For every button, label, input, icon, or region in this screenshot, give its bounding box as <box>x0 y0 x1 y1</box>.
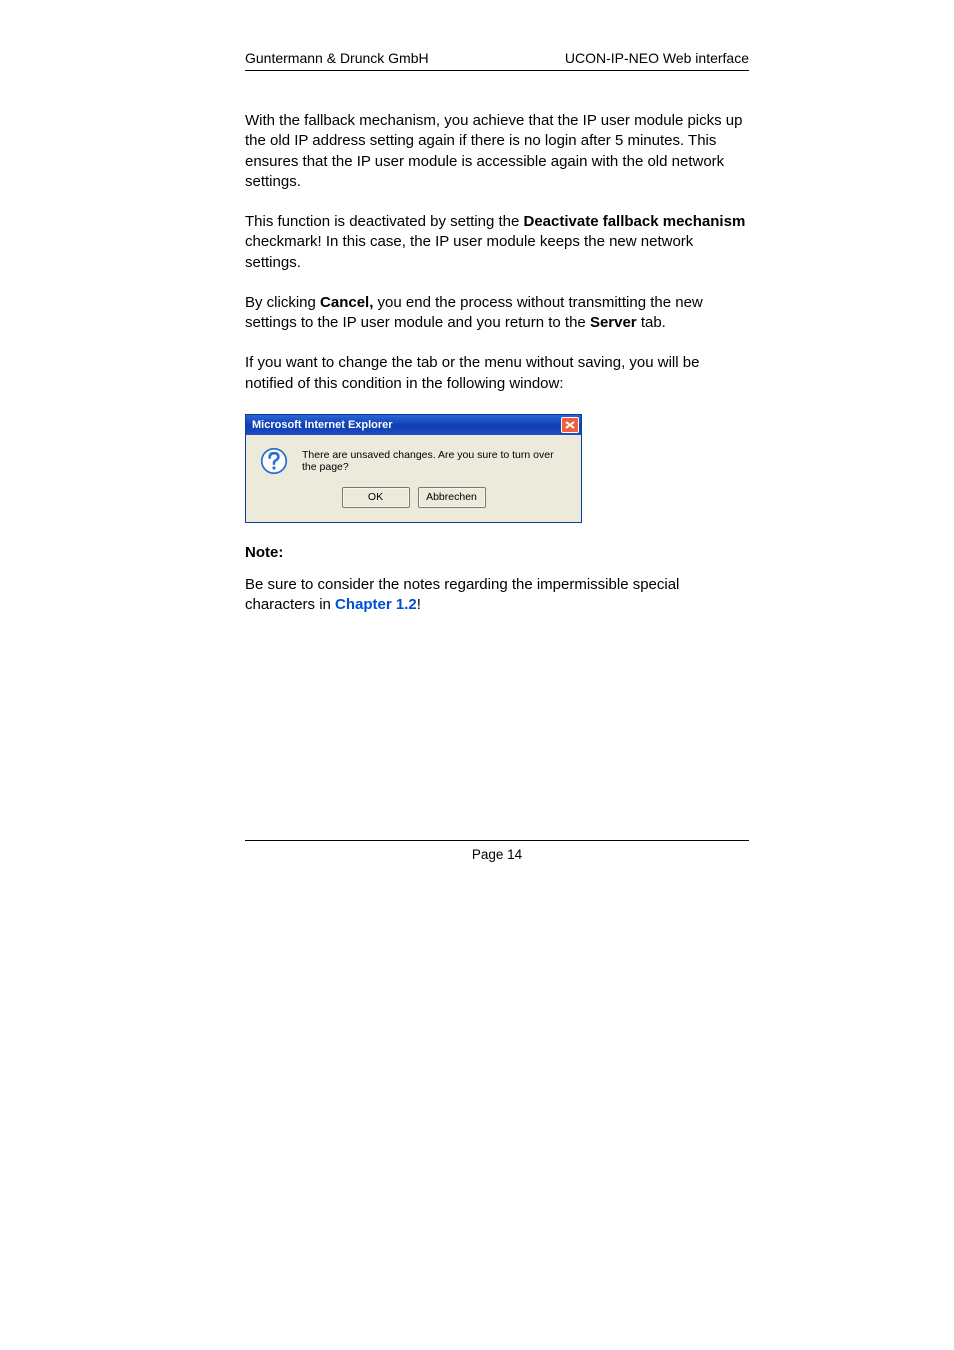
note-paragraph: Be sure to consider the notes regarding … <box>245 575 749 616</box>
p2-part-c: checkmark! In this case, the IP user mod… <box>245 233 693 270</box>
paragraph-4: If you want to change the tab or the men… <box>245 353 749 394</box>
p2-part-a: This function is deactivated by setting … <box>245 213 524 230</box>
header-right: UCON-IP-NEO Web interface <box>565 50 749 66</box>
paragraph-1: With the fallback mechanism, you achieve… <box>245 111 749 192</box>
close-icon[interactable] <box>561 417 579 433</box>
note-text-a: Be sure to consider the notes regarding … <box>245 576 679 613</box>
cancel-button-label: Abbrechen <box>426 491 477 503</box>
header-left: Guntermann & Drunck GmbH <box>245 50 429 66</box>
note-label: Note: <box>245 543 749 563</box>
page-number: Page 14 <box>472 847 522 862</box>
dialog-message: There are unsaved changes. Are you sure … <box>302 449 571 473</box>
p3-bold-server: Server <box>590 314 637 331</box>
dialog-title: Microsoft Internet Explorer <box>252 419 393 431</box>
question-icon <box>260 447 288 475</box>
cancel-button[interactable]: Abbrechen <box>418 487 486 508</box>
chapter-link[interactable]: Chapter 1.2 <box>335 596 417 613</box>
paragraph-2: This function is deactivated by setting … <box>245 212 749 273</box>
ok-button-label: OK <box>368 491 383 503</box>
p3-part-a: By clicking <box>245 294 320 311</box>
p3-bold-cancel: Cancel, <box>320 294 373 311</box>
paragraph-3: By clicking Cancel, you end the process … <box>245 293 749 334</box>
page-header: Guntermann & Drunck GmbH UCON-IP-NEO Web… <box>245 50 749 71</box>
note-text-b: ! <box>417 596 421 613</box>
p3-part-e: tab. <box>637 314 666 331</box>
ok-button[interactable]: OK <box>342 487 410 508</box>
p2-bold: Deactivate fallback mechanism <box>524 213 746 230</box>
confirm-dialog: Microsoft Internet Explorer There are un… <box>245 414 582 523</box>
dialog-titlebar: Microsoft Internet Explorer <box>246 415 581 435</box>
page-footer: Page 14 <box>245 840 749 862</box>
